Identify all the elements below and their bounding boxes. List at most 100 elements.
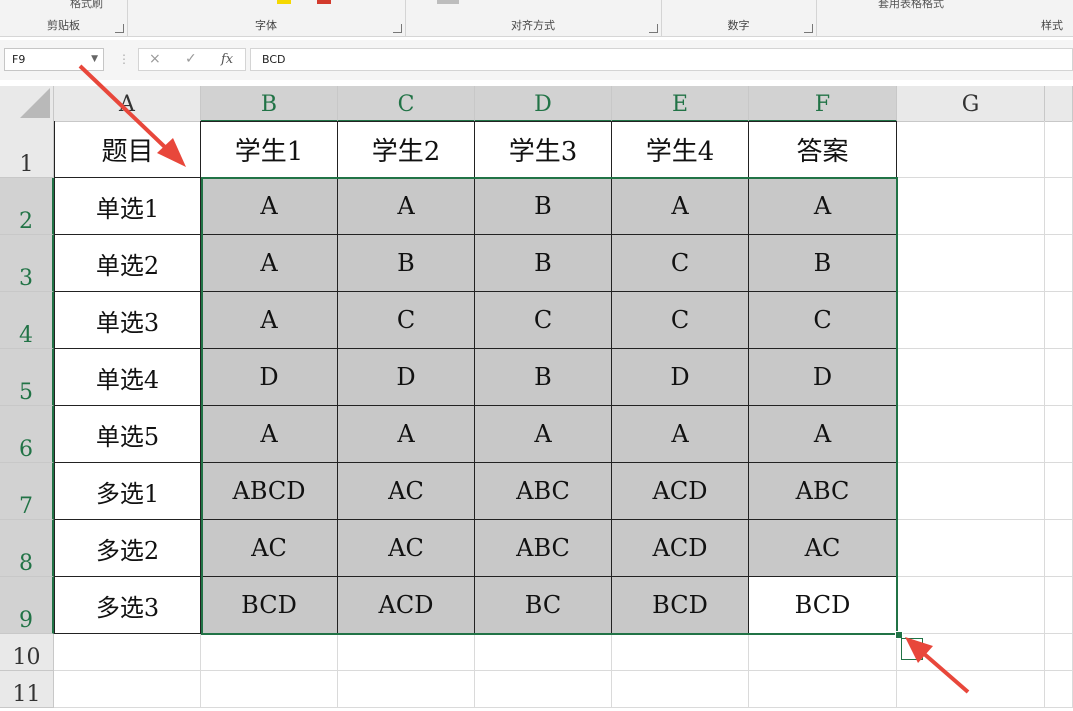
select-all-corner[interactable] (0, 86, 54, 122)
cell-g5[interactable] (897, 349, 1045, 406)
cell-f7[interactable]: ABC (749, 463, 897, 520)
cell-overflow[interactable] (1045, 671, 1073, 708)
cell-c8[interactable]: AC (338, 520, 475, 577)
cell-e6[interactable]: A (612, 406, 749, 463)
cell-e4[interactable]: C (612, 292, 749, 349)
cell-g9[interactable] (897, 577, 1045, 634)
column-header-g[interactable]: G (897, 86, 1045, 122)
column-header-e[interactable]: E (612, 86, 749, 122)
cell-f3[interactable]: B (749, 235, 897, 292)
cell-e11[interactable] (612, 671, 749, 708)
cell-g3[interactable] (897, 235, 1045, 292)
cell-g6[interactable] (897, 406, 1045, 463)
table-format-label[interactable]: 套用表格格式 (878, 0, 944, 11)
row-header-1[interactable]: 1 (0, 121, 54, 178)
cell-e2[interactable]: A (612, 178, 749, 235)
quick-analysis-icon[interactable] (901, 638, 923, 660)
cell-b5[interactable]: D (201, 349, 338, 406)
row-header-5[interactable]: 5 (0, 349, 54, 406)
cell-c9[interactable]: ACD (338, 577, 475, 634)
cell-e1[interactable]: 学生4 (612, 121, 749, 178)
cell-e7[interactable]: ACD (612, 463, 749, 520)
cell-d1[interactable]: 学生3 (475, 121, 612, 178)
cell-overflow[interactable] (1045, 292, 1073, 349)
column-header-f[interactable]: F (749, 86, 897, 122)
cell-c11[interactable] (338, 671, 475, 708)
row-header-6[interactable]: 6 (0, 406, 54, 463)
cell-d2[interactable]: B (475, 178, 612, 235)
row-header-10[interactable]: 10 (0, 634, 54, 671)
cell-a6[interactable]: 单选5 (54, 406, 201, 463)
cell-f8[interactable]: AC (749, 520, 897, 577)
cell-g4[interactable] (897, 292, 1045, 349)
cell-overflow[interactable] (1045, 634, 1073, 671)
column-header-overflow[interactable] (1045, 86, 1073, 122)
cell-f5[interactable]: D (749, 349, 897, 406)
cell-d8[interactable]: ABC (475, 520, 612, 577)
cell-f9[interactable]: BCD (749, 577, 897, 634)
cell-g1[interactable] (897, 121, 1045, 178)
cell-overflow[interactable] (1045, 463, 1073, 520)
cancel-icon[interactable]: × (149, 49, 161, 70)
cell-e10[interactable] (612, 634, 749, 671)
clipboard-launcher-icon[interactable]: . (115, 24, 124, 33)
cell-d7[interactable]: ABC (475, 463, 612, 520)
row-header-4[interactable]: 4 (0, 292, 54, 349)
cell-e5[interactable]: D (612, 349, 749, 406)
row-header-8[interactable]: 8 (0, 520, 54, 577)
cell-f1[interactable]: 答案 (749, 121, 897, 178)
cell-c1[interactable]: 学生2 (338, 121, 475, 178)
row-header-11[interactable]: 11 (0, 671, 54, 708)
cell-d4[interactable]: C (475, 292, 612, 349)
cell-b1[interactable]: 学生1 (201, 121, 338, 178)
cell-g7[interactable] (897, 463, 1045, 520)
column-header-a[interactable]: A (54, 86, 201, 122)
cell-a5[interactable]: 单选4 (54, 349, 201, 406)
cell-a10[interactable] (54, 634, 201, 671)
cell-f4[interactable]: C (749, 292, 897, 349)
column-header-d[interactable]: D (475, 86, 612, 122)
cell-f2[interactable]: A (749, 178, 897, 235)
cell-c7[interactable]: AC (338, 463, 475, 520)
cell-d11[interactable] (475, 671, 612, 708)
number-launcher-icon[interactable]: . (804, 24, 813, 33)
row-header-7[interactable]: 7 (0, 463, 54, 520)
cell-overflow[interactable] (1045, 577, 1073, 634)
cell-overflow[interactable] (1045, 406, 1073, 463)
row-header-2[interactable]: 2 (0, 178, 54, 235)
cell-a3[interactable]: 单选2 (54, 235, 201, 292)
cell-g8[interactable] (897, 520, 1045, 577)
orientation-icon[interactable] (437, 0, 459, 4)
cell-a8[interactable]: 多选2 (54, 520, 201, 577)
row-header-9[interactable]: 9 (0, 577, 54, 634)
column-header-c[interactable]: C (338, 86, 475, 122)
cell-overflow[interactable] (1045, 235, 1073, 292)
format-painter-label[interactable]: 格式刷 (70, 0, 103, 11)
name-box[interactable]: F9 ▼ (4, 48, 104, 71)
cell-a1[interactable]: 题目 (54, 121, 201, 178)
font-color-icon[interactable] (317, 0, 331, 4)
row-header-3[interactable]: 3 (0, 235, 54, 292)
cell-b8[interactable]: AC (201, 520, 338, 577)
column-header-b[interactable]: B (201, 86, 338, 122)
cell-g11[interactable] (897, 671, 1045, 708)
cell-b7[interactable]: ABCD (201, 463, 338, 520)
cell-f11[interactable] (749, 671, 897, 708)
cell-d3[interactable]: B (475, 235, 612, 292)
cell-e8[interactable]: ACD (612, 520, 749, 577)
cell-a9[interactable]: 多选3 (54, 577, 201, 634)
cell-e3[interactable]: C (612, 235, 749, 292)
cell-c3[interactable]: B (338, 235, 475, 292)
cell-overflow[interactable] (1045, 121, 1073, 178)
alignment-launcher-icon[interactable]: . (649, 24, 658, 33)
cell-b4[interactable]: A (201, 292, 338, 349)
cell-c5[interactable]: D (338, 349, 475, 406)
cell-overflow[interactable] (1045, 349, 1073, 406)
font-launcher-icon[interactable]: . (393, 24, 402, 33)
enter-icon[interactable]: ✓ (185, 49, 197, 70)
formula-input[interactable]: BCD (250, 48, 1073, 71)
cell-f10[interactable] (749, 634, 897, 671)
cell-a11[interactable] (54, 671, 201, 708)
cell-b3[interactable]: A (201, 235, 338, 292)
cell-d10[interactable] (475, 634, 612, 671)
